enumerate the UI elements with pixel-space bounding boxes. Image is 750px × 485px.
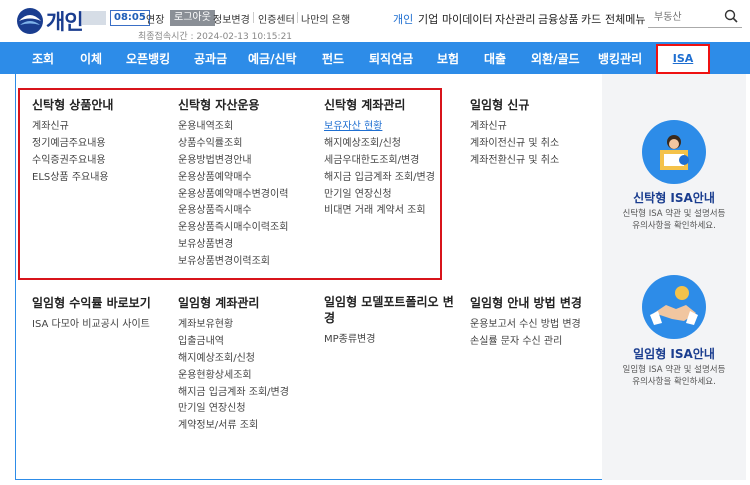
topnav-mydata[interactable]: 마이데이터 [442,11,493,27]
trust-isa-promo-desc: 신탁형 ISA 약관 및 설명서등 [622,209,726,219]
gnb-deposit-trust[interactable]: 예금/신탁 [248,50,297,67]
gnb-isa-label: ISA [672,52,694,65]
menu-item[interactable]: 운용현황상세조회 [178,368,289,385]
menu-title-discretionary-returns: 일임형 수익률 바로보기 [32,296,151,310]
gnb-inquiry[interactable]: 조회 [32,50,54,67]
menu-item[interactable]: 운용상품즉시매수 [178,203,288,220]
gnb-openbanking[interactable]: 오픈뱅킹 [126,50,170,67]
discretionary-isa-promo-title[interactable]: 일임형 ISA안내 [602,345,746,362]
search-icon[interactable] [724,9,738,23]
discretionary-isa-promo-desc: 일임형 ISA 약관 및 설명서등 [622,365,726,375]
menu-item[interactable]: 정기예금주요내용 [32,136,109,153]
menu-title-trust-asset: 신탁형 자산운용 [178,98,260,112]
handshake-coin-icon [650,286,698,325]
gnb-transfer[interactable]: 이체 [80,50,102,67]
menu-item[interactable]: 해지예상조회/신청 [324,136,435,153]
menu-item[interactable]: 운용상품예약매수 [178,170,288,187]
menu-item[interactable]: 운용상품즉시매수이력조회 [178,220,288,237]
menu-list-trust-asset: 운용내역조회 상품수익률조회 운용방법변경안내 운용상품예약매수 운용상품예약매… [178,119,288,271]
main-nav-bar: 조회 이체 오픈뱅킹 공과금 예금/신탁 펀드 퇴직연금 보험 대출 외환/골드… [0,42,750,106]
menu-title-trust-account: 신탁형 계좌관리 [324,98,406,112]
divider [253,12,254,23]
search-input[interactable] [654,9,718,25]
topnav-asset[interactable]: 자산관리 [495,11,535,27]
gnb-banking-mgmt[interactable]: 뱅킹관리 [598,50,642,67]
menu-title-discretionary-new: 일임형 신규 [470,98,530,112]
bank-logo-icon[interactable] [14,7,46,35]
menu-list-discretionary-returns: ISA 다모아 비교공시 사이트 [32,317,150,334]
menu-item[interactable]: 계좌보유현황 [178,317,289,334]
menu-item[interactable]: 상품수익률조회 [178,136,288,153]
menu-item[interactable]: 해지금 입금계좌 조회/변경 [324,170,435,187]
menu-list-discretionary-account: 계좌보유현황 입출금내역 해지예상조회/신청 운용현황상세조회 해지금 입금계좌… [178,317,289,435]
menu-list-trust-account: 보유자산 현황 해지예상조회/신청 세금우대한도조회/변경 해지금 입금계좌 조… [324,119,435,220]
menu-item[interactable]: 계약정보/서류 조회 [178,418,289,435]
divider [297,12,298,23]
menu-item[interactable]: 해지예상조회/신청 [178,351,289,368]
menu-item[interactable]: 세금우대한도조회/변경 [324,153,435,170]
gnb-loan[interactable]: 대출 [484,50,506,67]
menu-item[interactable]: 보유상품변경이력조회 [178,254,288,271]
menu-item[interactable]: 운용상품예약매수변경이력 [178,187,288,204]
topnav-card[interactable]: 카드 [581,11,601,27]
menu-list-notice-method: 운용보고서 수신 방법 변경 손실률 문자 수신 관리 [470,317,581,351]
menu-item[interactable]: 계좌이전신규 및 취소 [470,136,559,153]
menu-item[interactable]: 계좌신규 [32,119,109,136]
menu-item[interactable]: 비대면 거래 계약서 조회 [324,203,435,220]
util-link-profile[interactable]: 정보변경 [213,11,250,26]
logout-button[interactable]: 로그아웃 [170,10,215,26]
menu-item[interactable]: MP종류변경 [324,332,375,349]
menu-item[interactable]: ISA 다모아 비교공시 사이트 [32,317,150,334]
trust-isa-promo-title[interactable]: 신탁형 ISA안내 [602,189,746,206]
person-document-icon [660,135,689,170]
gnb-utility-bills[interactable]: 공과금 [194,50,227,67]
menu-item[interactable]: ELS상품 주요내용 [32,170,109,187]
last-login-time: 최종접속시간 : 2024-02-13 10:15:21 [138,32,293,42]
gnb-pension[interactable]: 퇴직연금 [369,50,413,67]
menu-title-model-portfolio: 일임형 모델포트폴리오 변경 [324,295,454,325]
gnb-isa-tab[interactable]: ISA [656,44,710,74]
topnav-products[interactable]: 금융상품 [538,11,578,27]
topnav-allmenu[interactable]: 전체메뉴 [605,11,645,27]
menu-item[interactable]: 운용내역조회 [178,119,288,136]
menu-item-holdings-active[interactable]: 보유자산 현황 [324,119,435,136]
top-header: 개인 08:05 연장 로그아웃 정보변경 인증센터 나만의 은행 최종접속시간… [0,0,750,42]
menu-item[interactable]: 만기일 연장신청 [178,401,289,418]
topnav-business[interactable]: 기업 [418,11,438,27]
trust-isa-promo-desc: 유의사항을 확인하세요. [632,221,716,231]
trust-isa-promo-icon[interactable] [642,120,706,184]
gnb-insurance[interactable]: 보험 [437,50,459,67]
menu-list-model-portfolio: MP종류변경 [324,332,375,349]
session-timer: 08:05 [110,10,150,26]
util-link-mybank[interactable]: 나만의 은행 [301,11,350,26]
menu-item[interactable]: 계좌신규 [470,119,559,136]
menu-item[interactable]: 운용보고서 수신 방법 변경 [470,317,581,334]
masked-username [82,11,106,25]
menu-item[interactable]: 계좌전환신규 및 취소 [470,153,559,170]
menu-item[interactable]: 운용방법변경안내 [178,153,288,170]
menu-item[interactable]: 만기일 연장신청 [324,187,435,204]
discretionary-isa-promo-desc: 유의사항을 확인하세요. [632,377,716,387]
menu-list-trust-products: 계좌신규 정기예금주요내용 수익증권주요내용 ELS상품 주요내용 [32,119,109,187]
menu-item[interactable]: 해지금 입금계좌 조회/변경 [178,385,289,402]
menu-item[interactable]: 입출금내역 [178,334,289,351]
gnb-fx-gold[interactable]: 외환/골드 [531,50,580,67]
discretionary-isa-promo-icon[interactable] [642,275,706,339]
menu-item[interactable]: 보유상품변경 [178,237,288,254]
session-extend-link[interactable]: 연장 [146,11,164,26]
menu-item[interactable]: 손실률 문자 수신 관리 [470,334,581,351]
menu-title-discretionary-account: 일임형 계좌관리 [178,296,260,310]
search-box [648,6,742,28]
topnav-personal[interactable]: 개인 [393,11,413,27]
brand-title[interactable]: 개인 [46,6,84,36]
menu-title-notice-method: 일임형 안내 방법 변경 [470,296,582,310]
gnb-fund[interactable]: 펀드 [322,50,344,67]
menu-title-trust-products: 신탁형 상품안내 [32,98,114,112]
menu-item[interactable]: 수익증권주요내용 [32,153,109,170]
util-link-auth[interactable]: 인증센터 [258,11,295,26]
menu-list-discretionary-new: 계좌신규 계좌이전신규 및 취소 계좌전환신규 및 취소 [470,119,559,170]
